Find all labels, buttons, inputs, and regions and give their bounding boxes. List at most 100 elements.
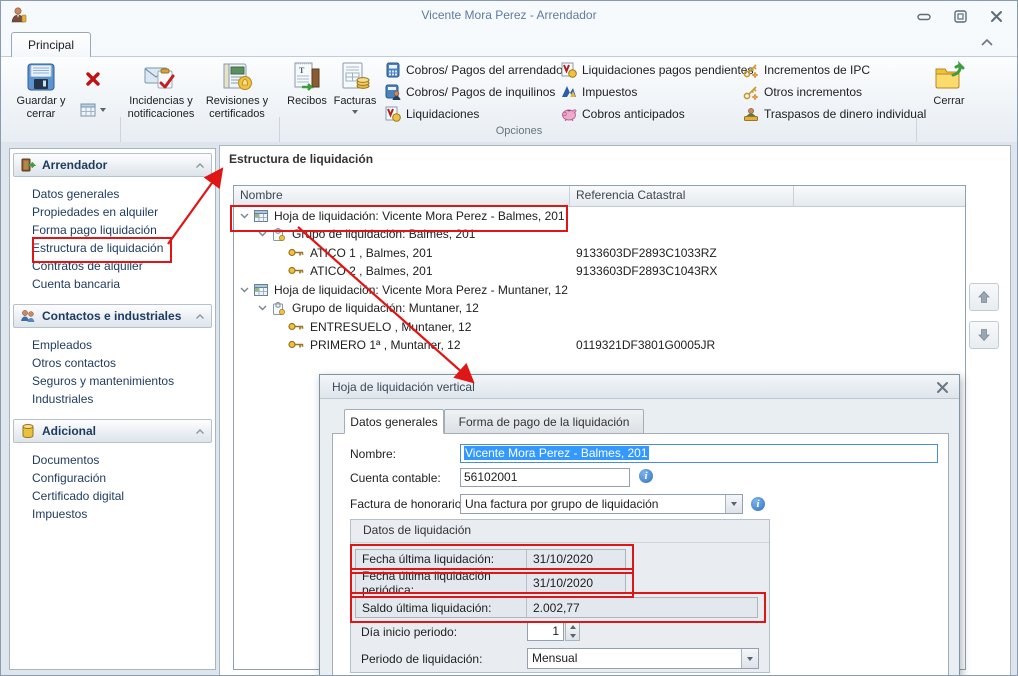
sidebar-item-impuestos[interactable]: Impuestos bbox=[10, 505, 215, 523]
tree-row-ref: 9133603DF2893C1033RZ bbox=[576, 244, 717, 262]
close-icon[interactable] bbox=[987, 9, 1005, 24]
group-doc-icon bbox=[272, 302, 285, 315]
cuenta-contable-input[interactable]: 56102001 bbox=[460, 468, 630, 487]
column-header-blank[interactable] bbox=[794, 186, 965, 206]
receipts-icon: T bbox=[292, 61, 322, 93]
column-header-referencia[interactable]: Referencia Catastral bbox=[570, 186, 794, 206]
chevron-down-icon[interactable] bbox=[258, 231, 267, 237]
fecha-ultima-row: Fecha última liquidación: 31/10/2020 bbox=[355, 549, 626, 569]
factura-honorarios-combo[interactable]: Una factura por grupo de liquidación bbox=[460, 494, 743, 514]
sidebar-item-certificado[interactable]: Certificado digital bbox=[10, 487, 215, 505]
liquidaciones-pendientes-item[interactable]: Liquidaciones pagos pendientes bbox=[561, 61, 753, 79]
otros-incrementos-item[interactable]: Otros incrementos bbox=[743, 83, 862, 101]
tree-row-label: ATICO 1 , Balmes, 201 bbox=[310, 244, 433, 262]
chevron-down-icon[interactable] bbox=[240, 287, 249, 293]
tree-row-atico1[interactable]: ATICO 1 , Balmes, 201 9133603DF2893C1033… bbox=[234, 244, 965, 262]
incrementos-ipc-item[interactable]: Incrementos de IPC bbox=[743, 61, 870, 79]
sheet-icon bbox=[254, 210, 268, 222]
info-icon[interactable]: i bbox=[639, 469, 653, 483]
chevron-up-icon bbox=[195, 313, 205, 320]
sidebar-item-estructura-liquidacion[interactable]: Estructura de liquidación bbox=[10, 239, 215, 257]
traspasos-item[interactable]: Traspasos de dinero individual bbox=[743, 105, 926, 123]
arrow-up-icon bbox=[977, 290, 991, 304]
layout-icon bbox=[80, 103, 96, 117]
saldo-ultima-row: Saldo última liquidación: 2.002,77 bbox=[355, 597, 758, 618]
sidebar-item-propiedades[interactable]: Propiedades en alquiler bbox=[10, 203, 215, 221]
title-bar: Vicente Mora Perez - Arrendador bbox=[1, 1, 1017, 31]
sidebar-item-empleados[interactable]: Empleados bbox=[10, 336, 215, 354]
fecha-periodica-label: Fecha última liquidación periódica: bbox=[356, 569, 526, 597]
cobros-arrendador-item[interactable]: Cobros/ Pagos del arrendador bbox=[385, 61, 567, 79]
tree-row-entresuelo[interactable]: ENTRESUELO , Muntaner, 12 bbox=[234, 318, 965, 336]
save-close-button[interactable]: Guardar y cerrar bbox=[11, 61, 71, 137]
sidebar-item-documentos[interactable]: Documentos bbox=[10, 451, 215, 469]
tree-row-hoja-balmes[interactable]: Hoja de liquidación: Vicente Mora Perez … bbox=[234, 207, 965, 225]
sidebar-item-contratos[interactable]: Contratos de alquiler bbox=[10, 257, 215, 275]
stepper-down-icon[interactable] bbox=[570, 634, 576, 638]
sidebar-item-forma-pago[interactable]: Forma pago liquidación bbox=[10, 221, 215, 239]
column-header-nombre[interactable]: Nombre bbox=[234, 186, 570, 206]
factura-honorarios-value: Una factura por grupo de liquidación bbox=[465, 497, 658, 511]
periodo-combo[interactable]: Mensual bbox=[527, 648, 759, 669]
move-down-button[interactable] bbox=[969, 321, 999, 349]
periodo-value: Mensual bbox=[532, 651, 577, 665]
traspasos-label: Traspasos de dinero individual bbox=[764, 107, 926, 121]
fecha-ultima-value: 31/10/2020 bbox=[527, 552, 593, 566]
ribbon-collapse-icon[interactable] bbox=[979, 37, 995, 49]
sidebar-item-cuenta-bancaria[interactable]: Cuenta bancaria bbox=[10, 275, 215, 293]
tree-row-primero[interactable]: PRIMERO 1ª , Muntaner, 12 0119321DF3801G… bbox=[234, 336, 965, 354]
delete-button[interactable] bbox=[77, 65, 109, 93]
dropdown-button[interactable] bbox=[741, 649, 758, 668]
sidebar-group-adicional[interactable]: Adicional bbox=[13, 419, 212, 443]
restore-button[interactable] bbox=[951, 9, 969, 24]
sidebar-item-otros-contactos[interactable]: Otros contactos bbox=[10, 354, 215, 372]
chevron-down-icon[interactable] bbox=[258, 305, 267, 311]
invoices-label: Facturas bbox=[334, 95, 377, 108]
tree-row-ref: 0119321DF3801G0005JR bbox=[576, 336, 715, 354]
liquidation-icon bbox=[385, 106, 401, 122]
calculator-icon bbox=[385, 62, 401, 78]
sidebar-group-contactos[interactable]: Contactos e industriales bbox=[13, 304, 212, 328]
tree-row-atico2[interactable]: ATICO 2 , Balmes, 201 9133603DF2893C1043… bbox=[234, 262, 965, 280]
revisions-icon bbox=[220, 61, 254, 93]
tree-row-hoja-muntaner[interactable]: Hoja de liquidación: Vicente Mora Perez … bbox=[234, 281, 965, 299]
cobros-arrendador-label: Cobros/ Pagos del arrendador bbox=[406, 63, 567, 77]
tab-principal[interactable]: Principal bbox=[11, 32, 91, 57]
dia-inicio-value[interactable]: 1 bbox=[527, 621, 564, 641]
cobros-anticipados-item[interactable]: Cobros anticipados bbox=[561, 105, 685, 123]
tree-row-label: ATICO 2 , Balmes, 201 bbox=[310, 262, 433, 280]
stepper-up-icon[interactable] bbox=[570, 625, 576, 629]
nombre-input[interactable]: Vicente Mora Perez - Balmes, 201 bbox=[460, 444, 938, 463]
sidebar-item-datos-generales[interactable]: Datos generales bbox=[10, 185, 215, 203]
liquidaciones-item[interactable]: Liquidaciones bbox=[385, 105, 479, 123]
key-icon bbox=[288, 247, 304, 258]
dialog-tab-forma-pago[interactable]: Forma de pago de la liquidación bbox=[444, 409, 644, 434]
otros-incrementos-label: Otros incrementos bbox=[764, 85, 862, 99]
cuenta-contable-label: Cuenta contable: bbox=[350, 471, 441, 485]
impuestos-item[interactable]: Impuestos bbox=[561, 83, 637, 101]
dropdown-button[interactable] bbox=[725, 495, 742, 513]
tree-row-grupo-muntaner[interactable]: Grupo de liquidación: Muntaner, 12 bbox=[234, 299, 965, 317]
sidebar-item-industriales[interactable]: Industriales bbox=[10, 390, 215, 408]
sidebar-item-configuracion[interactable]: Configuración bbox=[10, 469, 215, 487]
fecha-ultima-label: Fecha última liquidación: bbox=[356, 552, 526, 566]
page-title: Estructura de liquidación bbox=[229, 152, 373, 166]
sidebar-item-seguros[interactable]: Seguros y mantenimientos bbox=[10, 372, 215, 390]
layout-button[interactable] bbox=[75, 99, 111, 121]
arrow-down-icon bbox=[977, 328, 991, 342]
cobros-inquilinos-item[interactable]: Cobros/ Pagos de inquilinos bbox=[385, 83, 555, 101]
close-form-button[interactable]: Cerrar bbox=[923, 61, 975, 137]
sidebar-group-arrendador[interactable]: Arrendador bbox=[13, 153, 212, 177]
tree-row-label: Hoja de liquidación: Vicente Mora Perez … bbox=[274, 281, 568, 299]
dialog-close-icon[interactable] bbox=[936, 381, 949, 394]
dialog-tab-datos-generales[interactable]: Datos generales bbox=[344, 409, 444, 434]
people-icon bbox=[20, 308, 36, 324]
ribbon: Guardar y cerrar bbox=[1, 57, 1017, 143]
info-icon[interactable]: i bbox=[751, 497, 765, 511]
chevron-down-icon[interactable] bbox=[240, 213, 249, 219]
minimize-button[interactable] bbox=[915, 9, 933, 24]
tree-row-grupo-balmes[interactable]: Grupo de liquidación: Balmes, 201 bbox=[234, 225, 965, 243]
groupbox-title: Datos de liquidación bbox=[351, 520, 769, 543]
incidents-label: Incidencias y notificaciones bbox=[125, 95, 197, 121]
move-up-button[interactable] bbox=[969, 283, 999, 311]
